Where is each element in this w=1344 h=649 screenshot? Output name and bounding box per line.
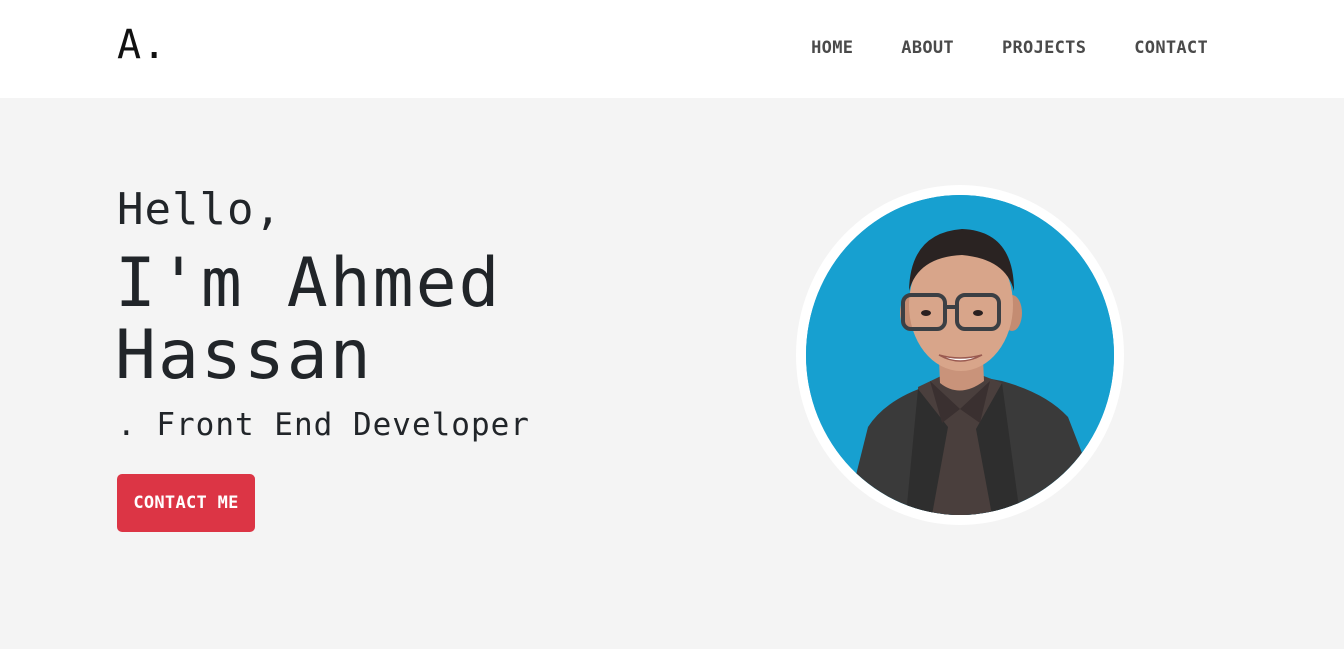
contact-me-button[interactable]: CONTACT ME (117, 474, 255, 532)
nav-link-projects[interactable]: PROJECTS (1002, 36, 1086, 60)
site-logo[interactable]: A. (117, 22, 167, 68)
hero-role: . Front End Developer (117, 407, 530, 443)
nav-link-home[interactable]: HOME (811, 36, 853, 60)
nav-link-contact[interactable]: CONTACT (1134, 36, 1208, 60)
nav-links: HOME ABOUT PROJECTS CONTACT (811, 36, 1208, 60)
nav-link-about[interactable]: ABOUT (901, 36, 954, 60)
navbar: A. HOME ABOUT PROJECTS CONTACT (0, 0, 1344, 98)
profile-photo-frame (796, 185, 1124, 525)
person-portrait-icon (806, 195, 1114, 515)
hero-section: Hello, I'm Ahmed Hassan . Front End Deve… (0, 98, 1344, 649)
hero-name: I'm Ahmed Hassan (115, 244, 502, 395)
hero-greeting: Hello, (117, 184, 282, 235)
profile-photo (806, 195, 1114, 515)
